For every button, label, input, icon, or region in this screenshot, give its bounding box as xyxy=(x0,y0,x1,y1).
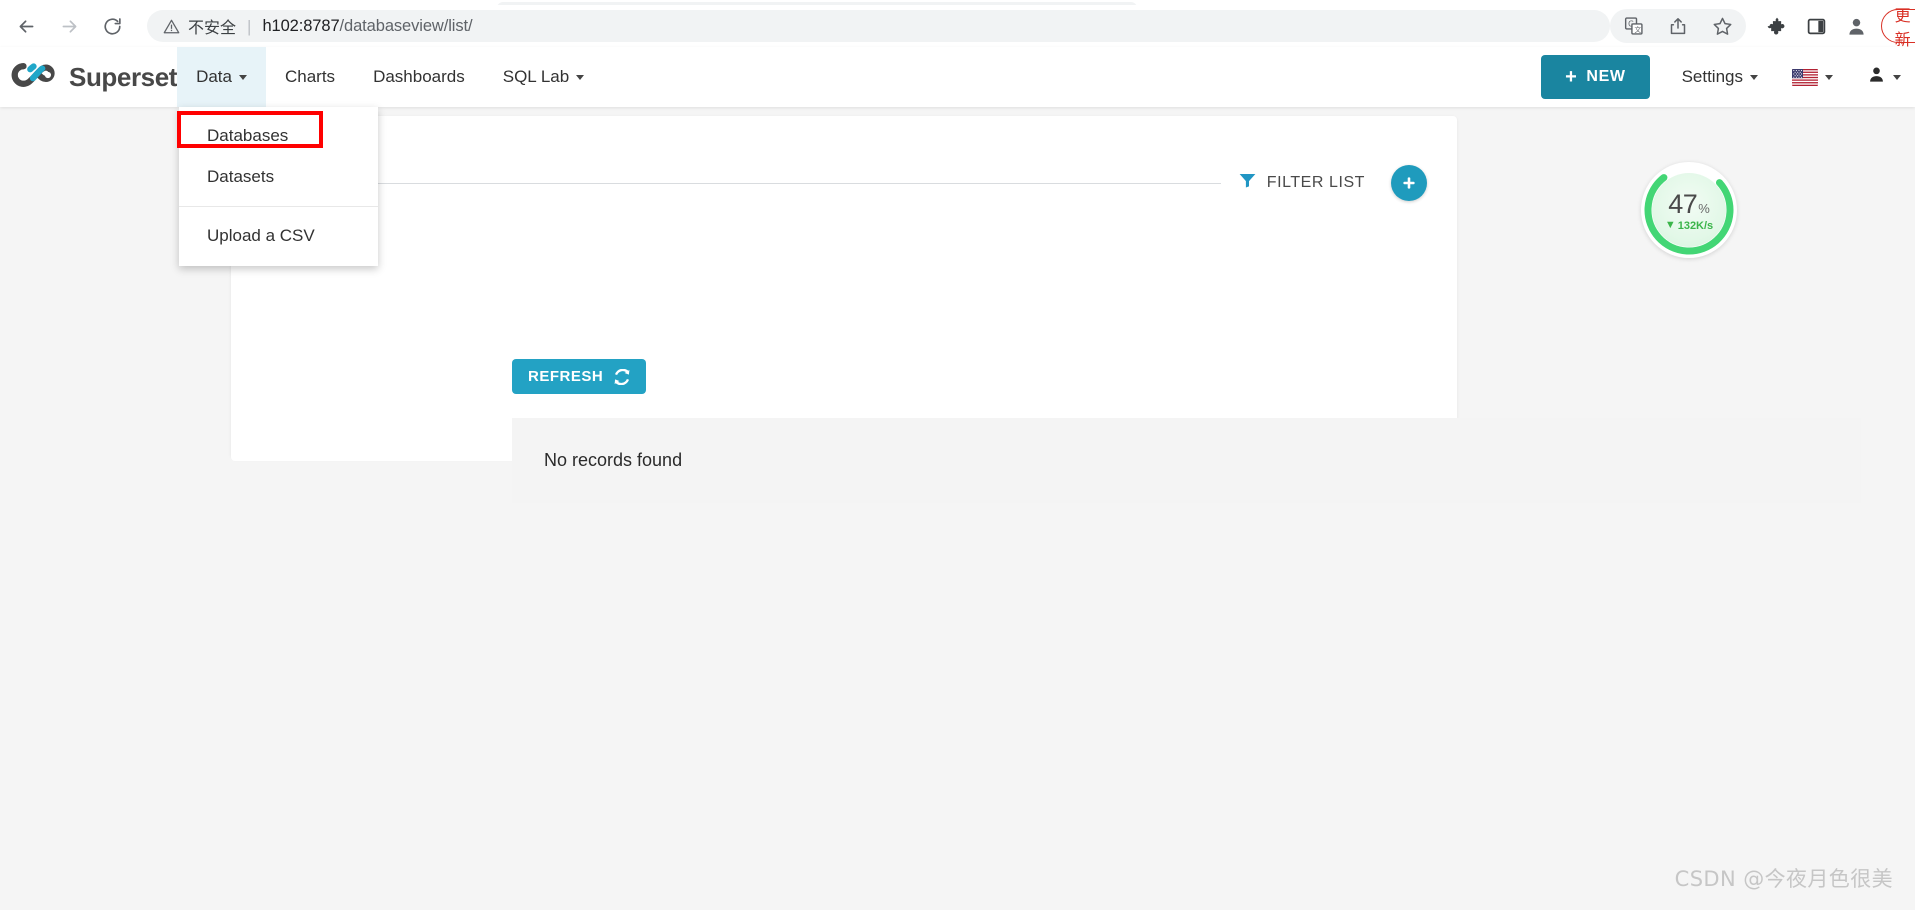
nav-item-sql-lab-label: SQL Lab xyxy=(502,67,570,86)
gauge-inner-face: 47 % ▼ 132K/s xyxy=(1652,173,1726,247)
nav-item-dashboards-label: Dashboards xyxy=(373,67,465,86)
new-button[interactable]: + NEW xyxy=(1541,55,1650,99)
address-bar[interactable]: 不安全 | h102:8787/databaseview/list/ xyxy=(147,10,1610,42)
update-button[interactable]: 更新 xyxy=(1880,6,1915,49)
address-bar-separator: | xyxy=(247,16,252,36)
filter-funnel-icon xyxy=(1239,173,1256,193)
gauge-percent-symbol: % xyxy=(1698,200,1710,216)
dropdown-item-datasets-label: Datasets xyxy=(207,166,275,186)
chevron-down-icon xyxy=(238,74,247,80)
security-status-label: 不安全 xyxy=(188,18,237,37)
address-bar-url: h102:8787/databaseview/list/ xyxy=(262,17,472,36)
forward-arrow-icon[interactable] xyxy=(52,9,86,43)
update-label: 更新 xyxy=(1894,6,1911,49)
chevron-down-icon xyxy=(1825,74,1833,80)
dropdown-item-upload-csv-label: Upload a CSV xyxy=(207,226,315,246)
dropdown-item-upload-csv[interactable]: Upload a CSV xyxy=(179,216,378,257)
plus-icon xyxy=(1403,177,1415,189)
navbar-right-actions: + NEW Settings xyxy=(1541,55,1915,99)
empty-state-panel: No records found xyxy=(512,418,1861,503)
bookmark-star-icon[interactable] xyxy=(1705,9,1739,43)
page-content-card: FILTER LIST REFRESH No records found xyxy=(231,116,1861,503)
superset-infinity-logo xyxy=(10,60,62,95)
settings-label: Settings xyxy=(1681,67,1743,86)
superset-brand-link[interactable]: Superset xyxy=(10,60,177,95)
filter-list-button[interactable]: FILTER LIST xyxy=(1239,173,1365,193)
back-arrow-icon[interactable] xyxy=(9,9,43,43)
chevron-down-icon xyxy=(576,74,585,80)
browser-toolbar: 不安全 | h102:8787/databaseview/list/ G 文 更… xyxy=(0,5,1915,49)
translate-icon[interactable]: G 文 xyxy=(1617,9,1651,43)
user-menu[interactable] xyxy=(1867,65,1901,89)
nav-item-dashboards[interactable]: Dashboards xyxy=(354,47,484,107)
gauge-percent: 47 % xyxy=(1668,188,1710,219)
url-host: h102:8787 xyxy=(262,16,340,35)
chevron-down-icon xyxy=(1893,74,1901,80)
refresh-button-label: REFRESH xyxy=(528,368,604,385)
dropdown-item-databases-label: Databases xyxy=(207,126,289,145)
add-database-button[interactable] xyxy=(1391,165,1427,201)
download-arrow-icon: ▼ xyxy=(1664,219,1676,231)
profile-avatar-icon[interactable] xyxy=(1841,9,1871,43)
filter-bar-divider xyxy=(237,182,1221,184)
filter-list-label: FILTER LIST xyxy=(1266,174,1365,191)
refresh-button[interactable]: REFRESH xyxy=(512,359,647,394)
refresh-sync-icon xyxy=(614,368,630,385)
new-button-label: NEW xyxy=(1586,68,1626,85)
brand-title: Superset xyxy=(69,61,178,92)
dropdown-item-datasets[interactable]: Datasets xyxy=(179,157,378,198)
network-speed-gauge[interactable]: 47 % ▼ 132K/s xyxy=(1641,162,1737,258)
browser-toolbar-actions: G 文 更新 xyxy=(1610,6,1915,49)
gauge-speed-readout: ▼ 132K/s xyxy=(1665,220,1713,232)
user-avatar-icon xyxy=(1867,65,1886,89)
filter-bar: FILTER LIST xyxy=(231,165,1457,201)
language-selector[interactable] xyxy=(1792,68,1833,86)
plus-icon: + xyxy=(1565,66,1578,88)
settings-menu[interactable]: Settings xyxy=(1682,67,1758,87)
extensions-puzzle-icon[interactable] xyxy=(1761,9,1791,43)
side-panel-icon[interactable] xyxy=(1801,9,1831,43)
omnibox-action-group: G 文 xyxy=(1610,9,1746,43)
share-icon[interactable] xyxy=(1661,9,1695,43)
us-flag-icon xyxy=(1792,68,1818,86)
dropdown-divider xyxy=(179,206,378,208)
chevron-down-icon xyxy=(1750,74,1758,80)
empty-state-message: No records found xyxy=(544,450,683,470)
dropdown-item-databases[interactable]: Databases xyxy=(179,116,378,157)
reload-icon[interactable] xyxy=(95,9,129,43)
gauge-speed-value: 132K/s xyxy=(1677,219,1714,232)
nav-item-data-label: Data xyxy=(196,67,232,86)
nav-item-sql-lab[interactable]: SQL Lab xyxy=(484,47,603,107)
nav-item-data[interactable]: Data xyxy=(177,47,266,107)
gauge-percent-value: 47 xyxy=(1668,188,1698,219)
browser-chrome: 不安全 | h102:8787/databaseview/list/ G 文 更… xyxy=(0,0,1915,49)
url-path: /databaseview/list/ xyxy=(339,16,473,35)
database-list-panel: FILTER LIST xyxy=(231,126,1457,461)
nav-item-charts-label: Charts xyxy=(284,67,336,86)
warning-triangle-icon xyxy=(163,18,180,35)
nav-item-charts[interactable]: Charts xyxy=(266,47,354,107)
superset-navbar: Superset Data Charts Dashboards SQL Lab … xyxy=(0,47,1915,107)
data-dropdown-menu: Databases Datasets Upload a CSV xyxy=(179,107,378,266)
svg-text:文: 文 xyxy=(1635,25,1642,34)
watermark-text: CSDN @今夜月色很美 xyxy=(1674,867,1893,891)
